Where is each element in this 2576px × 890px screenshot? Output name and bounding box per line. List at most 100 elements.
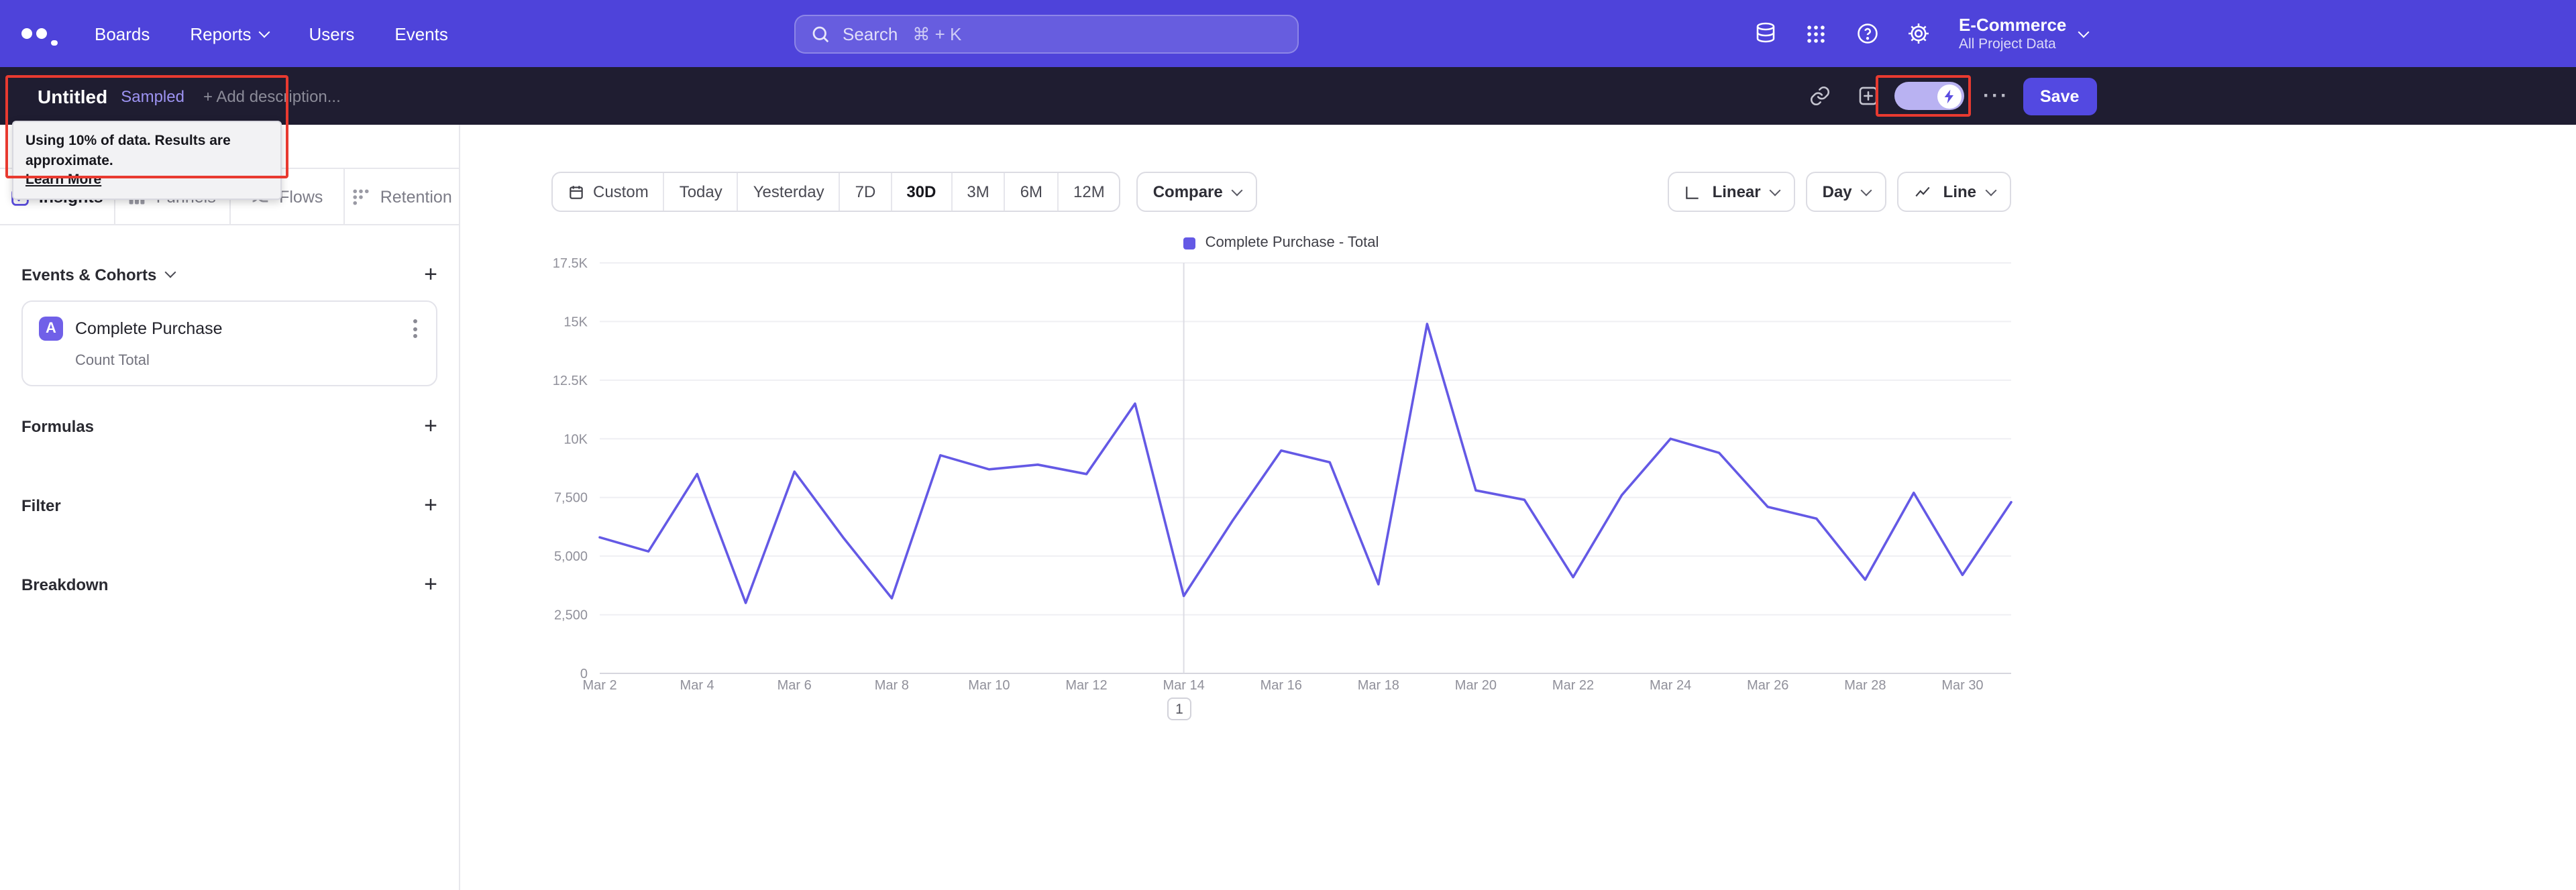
sampled-badge[interactable]: Sampled [121, 87, 184, 105]
more-menu[interactable]: ··· [1983, 85, 2009, 107]
settings-gear-icon[interactable] [1905, 21, 1931, 46]
range-3m[interactable]: 3M [952, 173, 1006, 211]
sampling-tooltip-text: Using 10% of data. Results are approxima… [25, 133, 231, 169]
svg-text:Mar 26: Mar 26 [1747, 678, 1788, 693]
chevron-down-icon [1232, 184, 1244, 196]
chart-panel: Custom Today Yesterday 7D 30D 3M 6M 12M … [460, 125, 2576, 890]
project-scope: All Project Data [1959, 36, 2056, 52]
svg-text:Mar 6: Mar 6 [777, 678, 812, 693]
nav-users[interactable]: Users [309, 23, 354, 44]
add-to-board-icon[interactable] [1857, 85, 1880, 107]
date-range-picker: Custom Today Yesterday 7D 30D 3M 6M 12M [551, 172, 1121, 212]
search-shortcut: ⌘ + K [912, 23, 962, 44]
apps-grid-icon[interactable] [1803, 22, 1829, 45]
sampling-toggle[interactable] [1894, 82, 1964, 110]
svg-text:15K: 15K [564, 315, 588, 329]
svg-text:Mar 20: Mar 20 [1455, 678, 1497, 693]
app: Boards Reports Users Events Search ⌘ + K [0, 0, 2576, 890]
svg-text:Mar 30: Mar 30 [1941, 678, 1983, 693]
pagination-page-1[interactable]: 1 [1167, 698, 1191, 720]
range-custom[interactable]: Custom [553, 173, 665, 211]
help-icon[interactable] [1854, 21, 1880, 46]
scale-dropdown[interactable]: Linear [1668, 172, 1796, 212]
search-input[interactable]: Search ⌘ + K [794, 15, 1299, 54]
svg-text:Mar 24: Mar 24 [1650, 678, 1691, 693]
learn-more-link[interactable]: Learn More [25, 172, 101, 188]
nav-events[interactable]: Events [394, 23, 448, 44]
chevron-down-icon [1861, 184, 1873, 196]
svg-text:Mar 28: Mar 28 [1844, 678, 1886, 693]
svg-text:Mar 10: Mar 10 [968, 678, 1010, 693]
project-selector[interactable]: E-Commerce All Project Data [1959, 14, 2090, 53]
chart-display-controls: Linear Day Line [1668, 172, 2011, 212]
svg-text:Mar 18: Mar 18 [1358, 678, 1399, 693]
svg-text:5,000: 5,000 [554, 549, 588, 564]
chevron-down-icon [1985, 184, 1997, 196]
save-button[interactable]: Save [2023, 77, 2097, 115]
mixpanel-logo-icon[interactable] [21, 21, 57, 46]
sampling-tooltip: Using 10% of data. Results are approxima… [12, 121, 282, 201]
range-12m[interactable]: 12M [1059, 173, 1120, 211]
svg-text:10K: 10K [564, 432, 588, 447]
svg-text:2,500: 2,500 [554, 608, 588, 623]
event-metric[interactable]: Count Total [75, 353, 420, 369]
svg-text:Mar 8: Mar 8 [875, 678, 909, 693]
svg-text:Mar 4: Mar 4 [680, 678, 714, 693]
add-filter-button[interactable]: + [424, 494, 437, 516]
chart-area: 0 2,500 5,000 7,500 10K 12.5K 15K 17.5K Mar 2 Mar… [551, 252, 2014, 715]
svg-text:Mar 2: Mar 2 [582, 678, 616, 693]
chevron-down-icon [1770, 184, 1782, 196]
retention-icon [352, 187, 371, 206]
filter-section: Filter + [21, 492, 437, 518]
svg-text:Mar 12: Mar 12 [1065, 678, 1107, 693]
event-options-menu[interactable] [411, 317, 420, 341]
add-event-button[interactable]: + [424, 263, 437, 286]
chevron-down-icon [164, 266, 176, 278]
add-description[interactable]: + Add description... [203, 87, 341, 105]
legend-label: Complete Purchase - Total [1205, 235, 1379, 251]
search-icon [810, 24, 830, 44]
breakdown-section: Breakdown + [21, 571, 437, 597]
svg-text:17.5K: 17.5K [553, 256, 588, 271]
toggle-knob [1937, 84, 1962, 108]
compare-button[interactable]: Compare [1136, 172, 1258, 212]
legend-swatch [1183, 237, 1196, 249]
axis-icon [1684, 183, 1702, 201]
report-title[interactable]: Untitled [38, 85, 107, 107]
chart-legend[interactable]: Complete Purchase - Total [551, 235, 2011, 251]
range-30d[interactable]: 30D [892, 173, 953, 211]
event-name: Complete Purchase [75, 319, 223, 338]
events-cohorts-header[interactable]: Events & Cohorts + [0, 263, 459, 286]
svg-text:Mar 14: Mar 14 [1163, 678, 1204, 693]
add-formula-button[interactable]: + [424, 414, 437, 437]
range-yesterday[interactable]: Yesterday [739, 173, 841, 211]
nav-right-cluster: E-Commerce All Project Data [1752, 0, 2090, 67]
line-chart-icon [1914, 183, 1933, 201]
top-nav: Boards Reports Users Events Search ⌘ + K [0, 0, 2576, 67]
calendar-icon [568, 183, 585, 201]
data-stack-icon[interactable] [1752, 21, 1778, 46]
svg-text:7,500: 7,500 [554, 491, 588, 506]
nav-reports[interactable]: Reports [190, 23, 270, 44]
line-chart[interactable]: 02,5005,0007,50010K12.5K15K17.5KMar 2 Mar… [551, 252, 2014, 708]
formulas-section: Formulas + [21, 413, 437, 439]
search-placeholder: Search [843, 24, 898, 44]
add-breakdown-button[interactable]: + [424, 573, 437, 596]
query-sidebar: Insights Funnels Flows [0, 125, 460, 890]
range-today[interactable]: Today [665, 173, 739, 211]
project-name: E-Commerce [1959, 14, 2067, 35]
svg-text:Mar 22: Mar 22 [1552, 678, 1594, 693]
granularity-dropdown[interactable]: Day [1806, 172, 1887, 212]
event-card[interactable]: A Complete Purchase Count Total [21, 300, 437, 386]
content: Insights Funnels Flows [0, 125, 2576, 890]
chevron-down-icon [258, 25, 270, 38]
share-link-icon[interactable] [1809, 85, 1831, 107]
event-letter-badge: A [39, 317, 63, 341]
range-7d[interactable]: 7D [841, 173, 892, 211]
range-6m[interactable]: 6M [1006, 173, 1059, 211]
tab-retention[interactable]: Retention [345, 169, 460, 224]
toolbar-right-cluster: ··· Save [1809, 67, 2097, 125]
nav-boards[interactable]: Boards [95, 23, 150, 44]
chart-type-dropdown[interactable]: Line [1897, 172, 2011, 212]
svg-text:Mar 16: Mar 16 [1260, 678, 1302, 693]
